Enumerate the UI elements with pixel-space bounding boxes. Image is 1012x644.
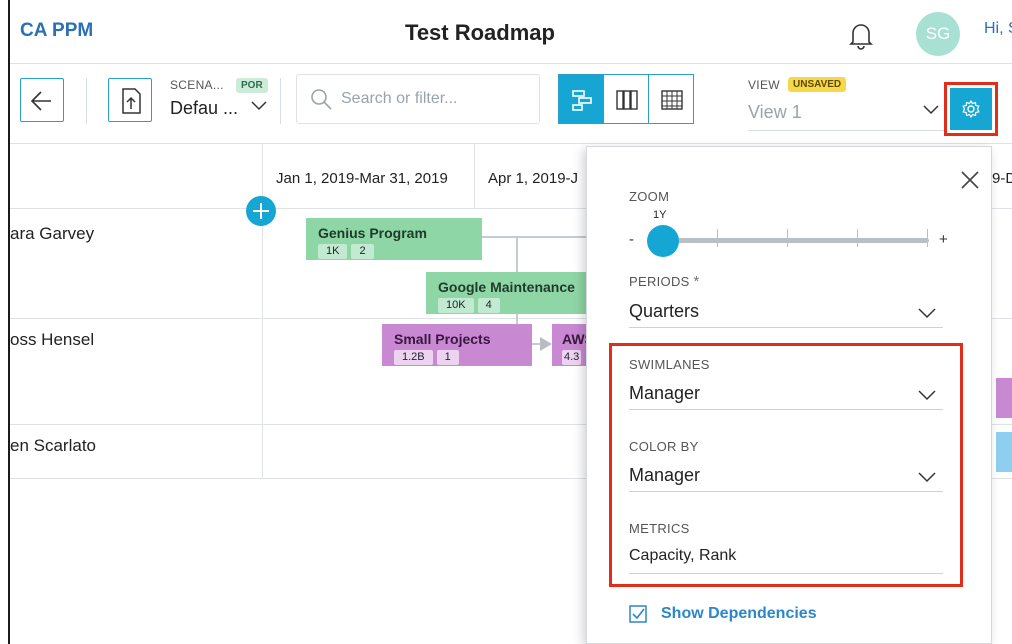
zoom-max-label: + [939, 231, 948, 248]
color-by-select[interactable]: Manager [629, 465, 700, 486]
card-title: Small Projects [394, 331, 491, 347]
card-metric: 4 [477, 298, 500, 313]
zoom-min-label: - [629, 231, 634, 248]
view-label: VIEW [748, 78, 780, 92]
periods-label: PERIODS * [629, 273, 700, 290]
board-view-icon [616, 90, 638, 110]
swimlanes-label: SWIMLANES [629, 357, 710, 372]
zoom-label: ZOOM [629, 189, 670, 204]
chevron-down-icon[interactable] [917, 307, 937, 319]
dependency-arrow-icon [540, 337, 552, 351]
zoom-tick [857, 229, 858, 247]
search-box[interactable] [296, 74, 540, 124]
period-header: 9-D [992, 170, 1012, 187]
roadmap-card[interactable]: Small Projects 1.2B 1 [382, 324, 532, 366]
color-by-underline [629, 491, 943, 492]
search-icon [311, 89, 332, 110]
scenario-badge: POR [236, 78, 268, 93]
toolbar-divider [86, 78, 87, 124]
top-bar: CA PPM Test Roadmap SG Hi, S [10, 0, 1012, 64]
roadmap-card[interactable]: Google Maintenance 10K 4 [426, 272, 596, 314]
back-button[interactable] [20, 78, 64, 122]
zoom-value: 1Y [653, 209, 667, 221]
metrics-select[interactable]: Capacity, Rank [629, 547, 736, 565]
zoom-slider-thumb[interactable] [647, 225, 679, 257]
swimlanes-underline [629, 409, 943, 410]
close-icon[interactable] [959, 169, 981, 191]
view-settings-panel: ZOOM 1Y - + PERIODS * Quarters SWIMLANES… [586, 146, 992, 644]
board-view-button[interactable] [603, 74, 649, 124]
periods-label-text: PERIODS [629, 274, 690, 289]
export-icon [122, 88, 141, 114]
avatar[interactable]: SG [916, 12, 960, 56]
back-arrow-icon [30, 91, 51, 111]
scenario-label: SCENA... [170, 78, 224, 92]
zoom-slider-track[interactable] [657, 238, 929, 243]
app-frame: CA PPM Test Roadmap SG Hi, S SCENA... PO… [8, 0, 1012, 644]
card-metric: 2 [351, 244, 374, 259]
card-metric: 1.2B [394, 350, 433, 365]
timeline-view-icon [572, 90, 592, 111]
toolbar: SCENA... POR Defau ... Search or filter.… [10, 64, 1012, 144]
user-greeting[interactable]: Hi, S [984, 20, 1012, 38]
view-select-underline [748, 130, 944, 131]
swimlane-label: ara Garvey [10, 224, 95, 243]
period-divider [474, 144, 475, 208]
search-input[interactable] [341, 75, 537, 123]
settings-button[interactable] [950, 88, 992, 130]
chevron-down-icon[interactable] [250, 98, 268, 112]
roadmap-card-edge[interactable] [996, 378, 1012, 418]
card-title: Google Maintenance [438, 279, 575, 295]
card-title: Genius Program [318, 225, 427, 241]
grid-view-icon [661, 90, 683, 110]
chevron-down-icon[interactable] [922, 104, 940, 116]
card-metric: 4.3 [562, 350, 582, 365]
dependency-line [482, 236, 602, 238]
zoom-tick [717, 229, 718, 247]
zoom-tick [787, 229, 788, 247]
add-icon [253, 203, 269, 219]
card-metric: 1K [318, 244, 348, 259]
roadmap-card[interactable]: Genius Program 1K 2 [306, 218, 482, 260]
metrics-underline [629, 573, 943, 574]
card-metric: 10K [438, 298, 474, 313]
chevron-down-icon[interactable] [917, 471, 937, 483]
grid-view-button[interactable] [648, 74, 694, 124]
zoom-tick [927, 229, 928, 247]
checkbox-icon[interactable] [629, 605, 647, 623]
show-dependencies-toggle[interactable]: Show Dependencies [661, 605, 817, 623]
dependency-line [516, 236, 518, 272]
card-title: AWS [562, 331, 592, 347]
roadmap-card-edge[interactable] [996, 432, 1012, 472]
required-marker: * [693, 273, 700, 290]
toolbar-divider [280, 78, 281, 124]
add-item-button[interactable] [246, 196, 276, 226]
view-select[interactable]: View 1 [748, 102, 802, 123]
bell-icon[interactable] [848, 20, 874, 50]
gear-icon [962, 99, 980, 119]
swimlanes-select[interactable]: Manager [629, 383, 700, 404]
export-button[interactable] [108, 78, 152, 122]
timeline-view-button[interactable] [558, 74, 604, 124]
period-header: Jan 1, 2019-Mar 31, 2019 [276, 170, 448, 187]
period-header: Apr 1, 2019-J [488, 170, 579, 187]
scenario-select[interactable]: Defau ... [170, 98, 238, 119]
chevron-down-icon[interactable] [917, 389, 937, 401]
periods-underline [629, 327, 943, 328]
color-by-label: COLOR BY [629, 439, 699, 454]
page-title: Test Roadmap [405, 20, 555, 45]
unsaved-badge: UNSAVED [788, 77, 847, 92]
metrics-label: METRICS [629, 521, 690, 536]
swimlane-label: oss Hensel [10, 330, 95, 349]
swimlane-label: en Scarlato [10, 436, 96, 455]
periods-select[interactable]: Quarters [629, 301, 699, 322]
card-metric: 1 [436, 350, 459, 365]
lane-column-divider [262, 144, 263, 479]
